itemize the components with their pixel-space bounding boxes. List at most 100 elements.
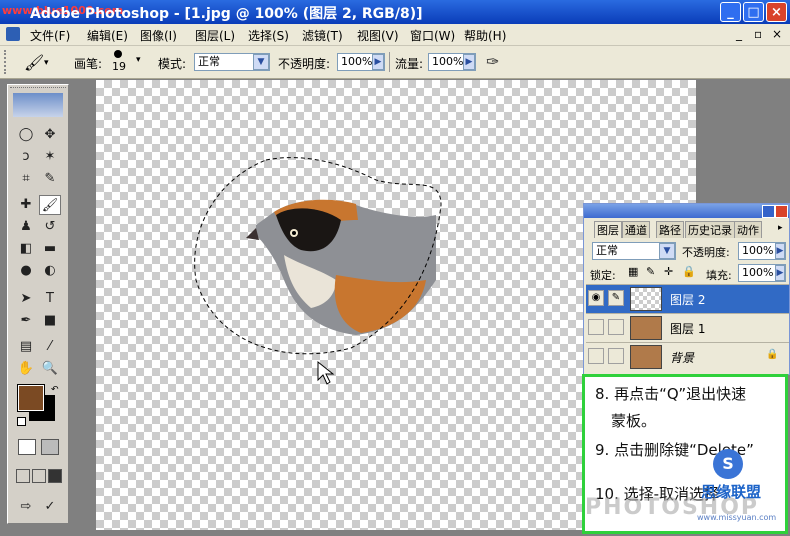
minimize-button[interactable]: _ — [720, 2, 741, 22]
screen-mode-standard-icon[interactable] — [16, 469, 30, 483]
layer-row[interactable]: 图层 1 — [586, 313, 789, 342]
flow-label: 流量: — [395, 57, 424, 71]
opacity-field[interactable]: 100% ▶ — [337, 53, 385, 71]
tab-paths[interactable]: 路径 — [656, 221, 684, 238]
menu-file[interactable]: 文件(F) — [30, 27, 70, 44]
menu-layer[interactable]: 图层(L) — [195, 27, 235, 44]
layer-row[interactable]: ◉ ✎ 图层 2 — [586, 284, 789, 313]
maximize-button[interactable]: □ — [743, 2, 764, 22]
menu-window[interactable]: 窗口(W) — [410, 27, 455, 44]
toolbox-grip[interactable] — [10, 87, 66, 91]
close-button[interactable]: × — [766, 2, 787, 22]
eyedropper-icon[interactable]: ⁄ — [39, 337, 61, 357]
tab-actions[interactable]: 动作 — [734, 221, 762, 238]
blur-tool-icon[interactable]: ● — [15, 261, 37, 281]
panel-minimize-button[interactable] — [762, 205, 775, 218]
brush-link-icon[interactable]: ✎ — [608, 290, 624, 306]
lock-all-icon[interactable]: 🔒 — [682, 265, 696, 278]
menu-edit[interactable]: 编辑(E) — [87, 27, 128, 44]
marquee-tool-icon[interactable]: ◯ — [15, 125, 37, 145]
type-tool-icon[interactable]: T — [39, 289, 61, 309]
dodge-tool-icon[interactable]: ◐ — [39, 261, 61, 281]
layer-name: 背景 — [670, 351, 695, 365]
fill-label: 填充: — [706, 269, 732, 282]
default-colors-icon[interactable] — [17, 417, 26, 426]
history-brush-icon[interactable]: ↺ — [39, 217, 61, 237]
screen-mode-menu-icon[interactable] — [32, 469, 46, 483]
link-icon[interactable] — [608, 319, 624, 335]
lock-transparency-icon[interactable]: ▦ — [628, 265, 638, 278]
menu-view[interactable]: 视图(V) — [357, 27, 399, 44]
quick-mask-mode-icon[interactable] — [41, 439, 59, 455]
screen-mode-full-icon[interactable] — [48, 469, 62, 483]
notes-tool-icon[interactable]: ▤ — [15, 337, 37, 357]
layer-opacity-label: 不透明度: — [682, 246, 730, 259]
menu-select[interactable]: 选择(S) — [248, 27, 289, 44]
swap-colors-icon[interactable]: ↶ — [51, 385, 59, 395]
blend-mode-select[interactable]: 正常 ▼ — [592, 242, 676, 260]
doc-restore-button[interactable]: ▫ — [754, 27, 762, 41]
blend-chevron-down-icon[interactable]: ▼ — [659, 243, 675, 259]
panel-title-bar[interactable] — [584, 204, 789, 218]
healing-brush-icon[interactable]: ✚ — [15, 195, 37, 215]
gradient-tool-icon[interactable]: ▬ — [39, 239, 61, 259]
doc-close-button[interactable]: × — [772, 27, 782, 41]
fill-field[interactable]: 100% ▶ — [738, 264, 786, 282]
clone-stamp-icon[interactable]: ♟ — [15, 217, 37, 237]
panel-menu-arrow-icon[interactable]: ▸ — [778, 223, 783, 233]
opacity-arrow-icon[interactable]: ▶ — [372, 54, 384, 70]
flow-field[interactable]: 100% ▶ — [428, 53, 476, 71]
tab-history[interactable]: 历史记录 — [685, 221, 735, 238]
lock-position-icon[interactable]: ✛ — [664, 265, 673, 278]
doc-minimize-button[interactable]: _ — [736, 27, 742, 41]
move-tool-icon[interactable]: ✥ — [39, 125, 61, 145]
lasso-tool-icon[interactable]: ↄ — [15, 147, 37, 167]
zoom-tool-icon[interactable]: 🔍 — [39, 359, 61, 379]
fill-arrow-icon[interactable]: ▶ — [775, 265, 785, 281]
layer-opacity-field[interactable]: 100% ▶ — [738, 242, 786, 260]
mode-label: 模式: — [158, 57, 187, 71]
airbrush-icon[interactable]: ✑ — [486, 52, 499, 71]
shape-tool-icon[interactable]: ■ — [39, 311, 61, 331]
edit-imageready-icon[interactable]: ✓ — [39, 497, 61, 517]
title-bar: www.blue1000.com Adobe Photoshop - [1.jp… — [0, 0, 790, 24]
brush-label: 画笔: — [74, 57, 103, 71]
tool-preset-arrow-icon[interactable]: ▾ — [44, 58, 49, 68]
layers-panel: 图层 通道 路径 历史记录 动作 ▸ 正常 ▼ 不透明度: 100% ▶ 锁定:… — [583, 203, 790, 375]
mode-select[interactable]: 正常 ▼ — [194, 53, 270, 71]
layer-row[interactable]: 背景 🔒 — [586, 342, 789, 371]
layer-opacity-value: 100% — [742, 244, 774, 257]
slice-tool-icon[interactable]: ✎ — [39, 169, 61, 189]
grip-handle[interactable] — [4, 50, 9, 74]
tab-layers[interactable]: 图层 — [594, 221, 622, 238]
standard-mode-icon[interactable] — [18, 439, 36, 455]
lock-image-icon[interactable]: ✎ — [646, 265, 655, 278]
window-title: Adobe Photoshop - [1.jpg @ 100% (图层 2, R… — [30, 6, 423, 22]
link-icon[interactable] — [608, 348, 624, 364]
jump-to-imageready-icon[interactable]: ⇨ — [15, 497, 37, 517]
path-selection-icon[interactable]: ➤ — [15, 289, 37, 309]
adobe-feather-icon[interactable] — [13, 93, 63, 117]
brush-tool-active-icon[interactable]: 🖌 — [39, 195, 61, 215]
magic-wand-icon[interactable]: ✶ — [39, 147, 61, 167]
pen-tool-icon[interactable]: ✒ — [15, 311, 37, 331]
eye-icon[interactable]: ◉ — [588, 290, 604, 306]
menu-image[interactable]: 图像(I) — [140, 27, 177, 44]
brush-picker-arrow-icon[interactable]: ▾ — [136, 55, 141, 65]
tab-channels[interactable]: 通道 — [622, 221, 650, 238]
brush-tip-preview[interactable] — [114, 50, 122, 58]
crop-tool-icon[interactable]: ⌗ — [15, 169, 37, 189]
eraser-icon[interactable]: ◧ — [15, 239, 37, 259]
panel-close-button[interactable] — [775, 205, 788, 218]
foreground-color-swatch[interactable] — [17, 384, 45, 412]
hand-tool-icon[interactable]: ✋ — [15, 359, 37, 379]
eye-icon[interactable] — [588, 319, 604, 335]
flow-arrow-icon[interactable]: ▶ — [463, 54, 475, 70]
menu-filter[interactable]: 滤镜(T) — [302, 27, 343, 44]
brush-tool-icon[interactable]: 🖌 — [24, 53, 44, 72]
menu-bar: 文件(F) 编辑(E) 图像(I) 图层(L) 选择(S) 滤镜(T) 视图(V… — [0, 24, 790, 46]
menu-help[interactable]: 帮助(H) — [464, 27, 506, 44]
chevron-down-icon[interactable]: ▼ — [253, 54, 269, 70]
layer-opacity-arrow-icon[interactable]: ▶ — [775, 243, 785, 259]
eye-icon[interactable] — [588, 348, 604, 364]
